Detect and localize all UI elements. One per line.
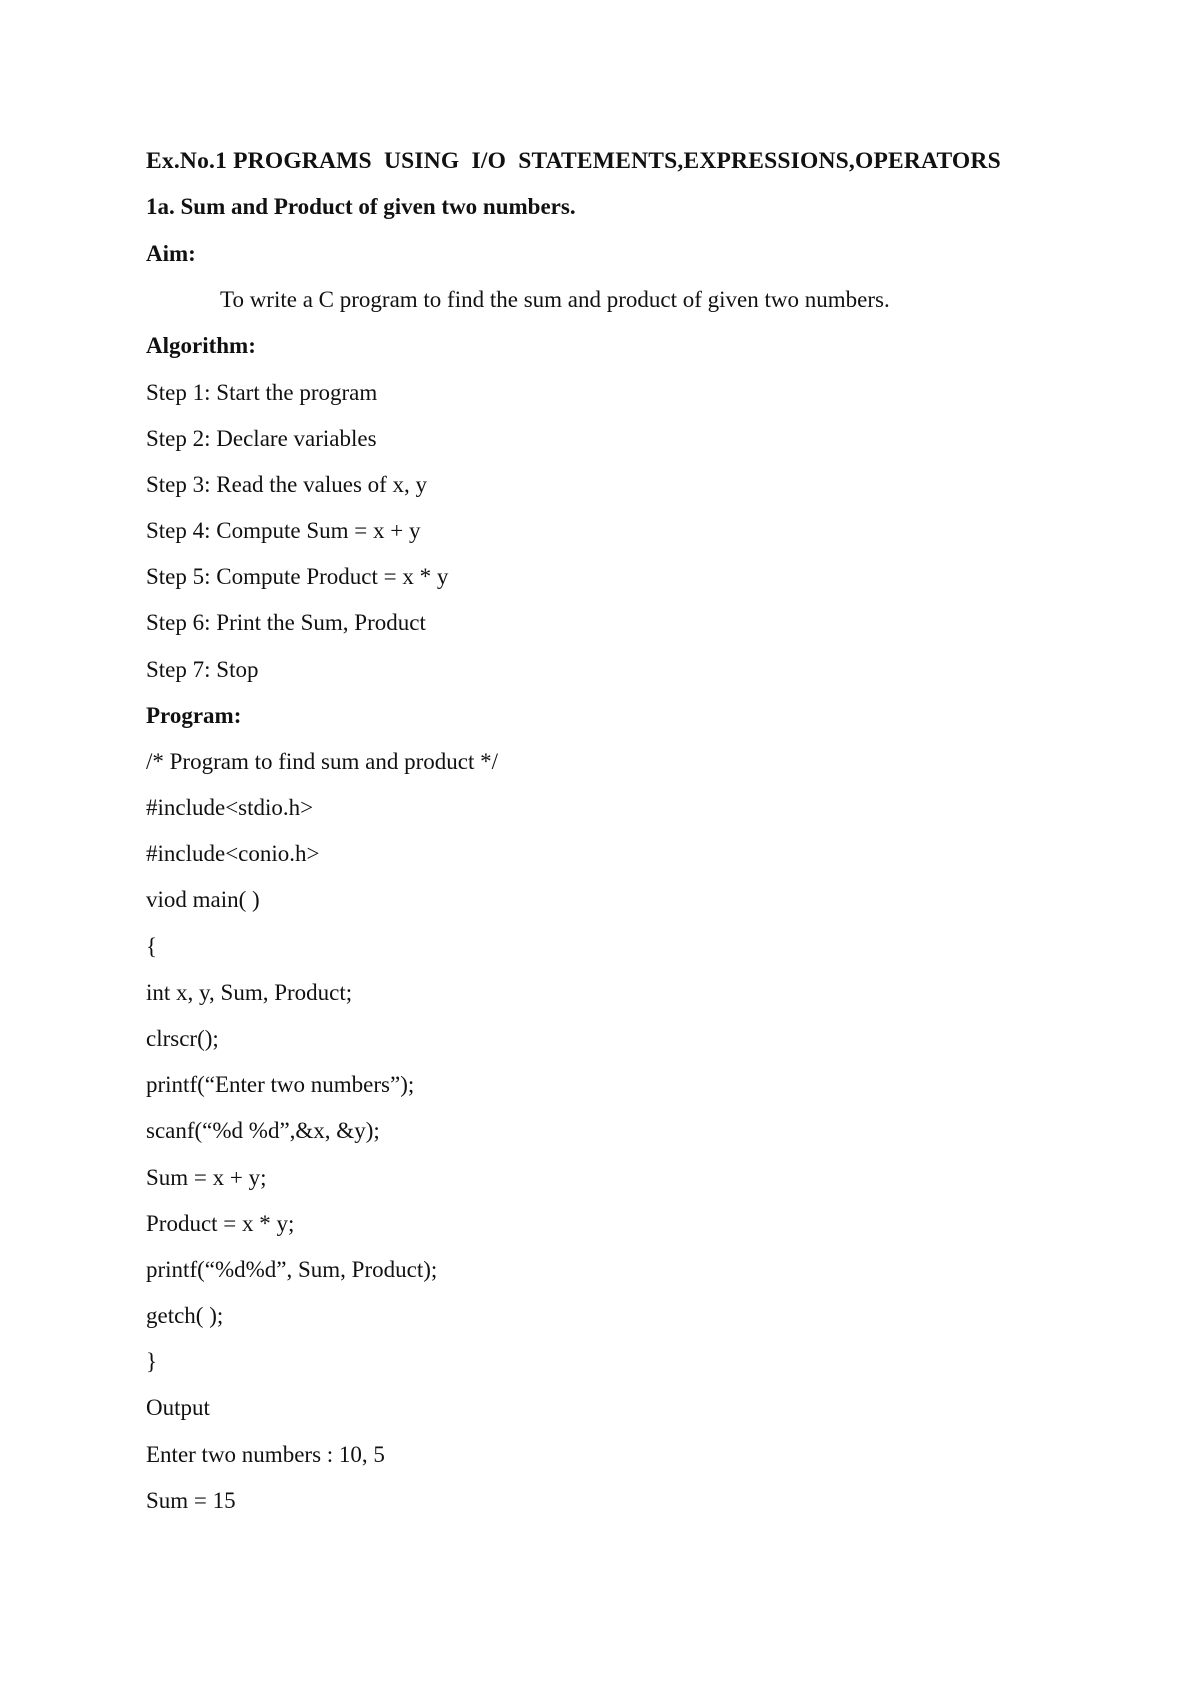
- aim-heading: Aim:: [146, 241, 196, 266]
- algorithm-step: Step 2: Declare variables: [146, 426, 377, 451]
- code-line: printf(“%d%d”, Sum, Product);: [146, 1257, 438, 1282]
- algorithm-heading: Algorithm:: [146, 333, 256, 358]
- output-line: Sum = 15: [146, 1488, 236, 1513]
- output-line: Enter two numbers : 10, 5: [146, 1442, 385, 1467]
- code-line: int x, y, Sum, Product;: [146, 980, 353, 1005]
- program-subtitle: 1a. Sum and Product of given two numbers…: [146, 194, 576, 219]
- algorithm-step: Step 3: Read the values of x, y: [146, 472, 428, 497]
- algorithm-step: Step 5: Compute Product = x * y: [146, 564, 449, 589]
- code-line: scanf(“%d %d”,&x, &y);: [146, 1118, 380, 1143]
- code-line: Product = x * y;: [146, 1211, 295, 1236]
- code-line: clrscr();: [146, 1026, 219, 1051]
- code-line: viod main( ): [146, 887, 260, 912]
- code-line: #include<conio.h>: [146, 841, 320, 866]
- code-line: }: [146, 1349, 158, 1374]
- code-line: #include<stdio.h>: [146, 795, 314, 820]
- code-line: {: [146, 934, 158, 959]
- code-line: printf(“Enter two numbers”);: [146, 1072, 415, 1097]
- aim-text: To write a C program to find the sum and…: [220, 287, 890, 312]
- document-page: Ex.No.1 PROGRAMS USING I/O STATEMENTS,EX…: [0, 0, 1200, 1697]
- output-heading: Output: [146, 1395, 210, 1420]
- code-line: getch( );: [146, 1303, 224, 1328]
- algorithm-step: Step 1: Start the program: [146, 380, 378, 405]
- program-heading: Program:: [146, 703, 242, 728]
- code-line: Sum = x + y;: [146, 1165, 267, 1190]
- algorithm-step: Step 4: Compute Sum = x + y: [146, 518, 421, 543]
- code-line: /* Program to find sum and product */: [146, 749, 498, 774]
- algorithm-step: Step 6: Print the Sum, Product: [146, 610, 426, 635]
- exercise-title: Ex.No.1 PROGRAMS USING I/O STATEMENTS,EX…: [146, 148, 1001, 174]
- algorithm-step: Step 7: Stop: [146, 657, 259, 682]
